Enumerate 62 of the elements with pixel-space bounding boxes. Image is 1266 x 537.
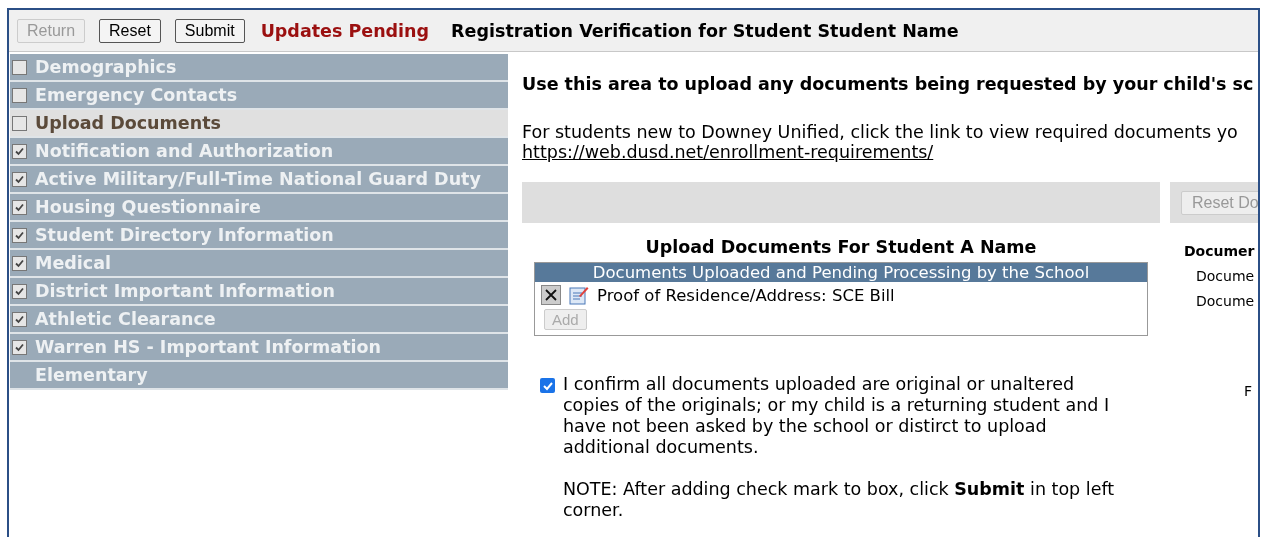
sidebar-item[interactable]: Active Military/Full-Time National Guard Duty	[10, 166, 508, 194]
checkbox[interactable]	[12, 59, 27, 75]
checkbox[interactable]	[12, 283, 27, 299]
sidebar-item[interactable]: Warren HS - Important Information	[10, 334, 508, 362]
checkbox[interactable]	[12, 171, 27, 187]
sidebar-item[interactable]: Housing Questionnaire	[10, 194, 508, 222]
sidebar-label: Student Directory Information	[35, 225, 334, 245]
checkmark-icon	[14, 257, 25, 269]
checkmark-icon	[14, 285, 25, 297]
panel-text: F	[1244, 383, 1253, 399]
upload-title: Upload Documents For Student A Name	[644, 237, 1038, 257]
checkmark-icon	[14, 201, 25, 213]
toolbar-button[interactable]: Submit	[174, 19, 245, 43]
checkbox[interactable]	[12, 143, 27, 159]
checkbox[interactable]	[12, 227, 27, 243]
sidebar-item[interactable]: Emergency Contacts	[10, 82, 508, 110]
section-heading: Use this area to upload any documents being requested by your child's sc	[522, 74, 1254, 94]
sidebar-item[interactable]: Student Directory Information	[10, 222, 508, 250]
sidebar-label: Medical	[35, 253, 111, 273]
sidebar-label: District Important Information	[35, 281, 335, 301]
sidebar-item[interactable]: Elementary	[10, 362, 508, 390]
panel-text: Docume	[1196, 293, 1255, 309]
toolbar-button[interactable]: Reset	[99, 19, 161, 43]
checkmark-icon	[14, 145, 25, 157]
table-header: Documents Uploaded and Pending Processing by the School	[535, 263, 1147, 282]
sidebar-item[interactable]: Notification and Authorization	[10, 138, 508, 166]
sidebar-item[interactable]: District Important Information	[10, 278, 508, 306]
sidebar-label: Upload Documents	[35, 113, 221, 133]
status-text: Updates Pending	[260, 21, 430, 41]
confirm-text: I confirm all documents uploaded are original or unaltered copies of the originals; or my child is a returning student and I have not been asked by the school or distirct to upload additional documents.	[563, 374, 1111, 458]
sidebar-label: Warren HS - Important Information	[35, 337, 381, 357]
note-text: NOTE: After adding check mark to box, click Submit in top left corner.	[563, 479, 1116, 521]
sidebar-label: Emergency Contacts	[35, 85, 238, 105]
sidebar-label: Athletic Clearance	[35, 309, 216, 329]
checkbox[interactable]	[12, 311, 27, 327]
checkmark-icon	[14, 173, 25, 185]
sidebar-item[interactable]: Athletic Clearance	[10, 306, 508, 334]
checkbox[interactable]	[12, 115, 27, 131]
intro-text: For students new to Downey Unified, click the link to view required documents yo	[522, 122, 1238, 142]
sidebar-item[interactable]: Demographics	[10, 54, 508, 82]
document-name: Proof of Residence/Address: SCE Bill	[597, 285, 895, 305]
sidebar-item[interactable]: Medical	[10, 250, 508, 278]
panel-text: Docume	[1196, 268, 1255, 284]
checkbox[interactable]	[12, 199, 27, 215]
checkbox[interactable]	[12, 87, 27, 103]
sidebar-label: Notification and Authorization	[35, 141, 334, 161]
sidebar-label: Active Military/Full-Time National Guard Duty	[35, 169, 481, 189]
sidebar-item[interactable]: Upload Documents	[10, 110, 508, 138]
page-title: Registration Verification for Student Student Name	[451, 21, 959, 41]
checkbox[interactable]	[12, 339, 27, 355]
edit-document-icon[interactable]	[569, 285, 589, 305]
checkmark-icon	[14, 229, 25, 241]
sidebar-label: Elementary	[35, 365, 148, 385]
sidebar-label: Housing Questionnaire	[35, 197, 261, 217]
confirm-checkbox[interactable]	[540, 378, 555, 393]
checkmark-icon	[14, 313, 25, 325]
requirements-link[interactable]: https://web.dusd.net/enrollment-requirements/	[522, 142, 934, 162]
checkmark-icon	[14, 341, 25, 353]
sidebar-label: Demographics	[35, 57, 177, 77]
panel-heading: Documer	[1184, 243, 1255, 259]
checkbox[interactable]	[12, 255, 27, 271]
delete-icon[interactable]	[541, 285, 561, 305]
